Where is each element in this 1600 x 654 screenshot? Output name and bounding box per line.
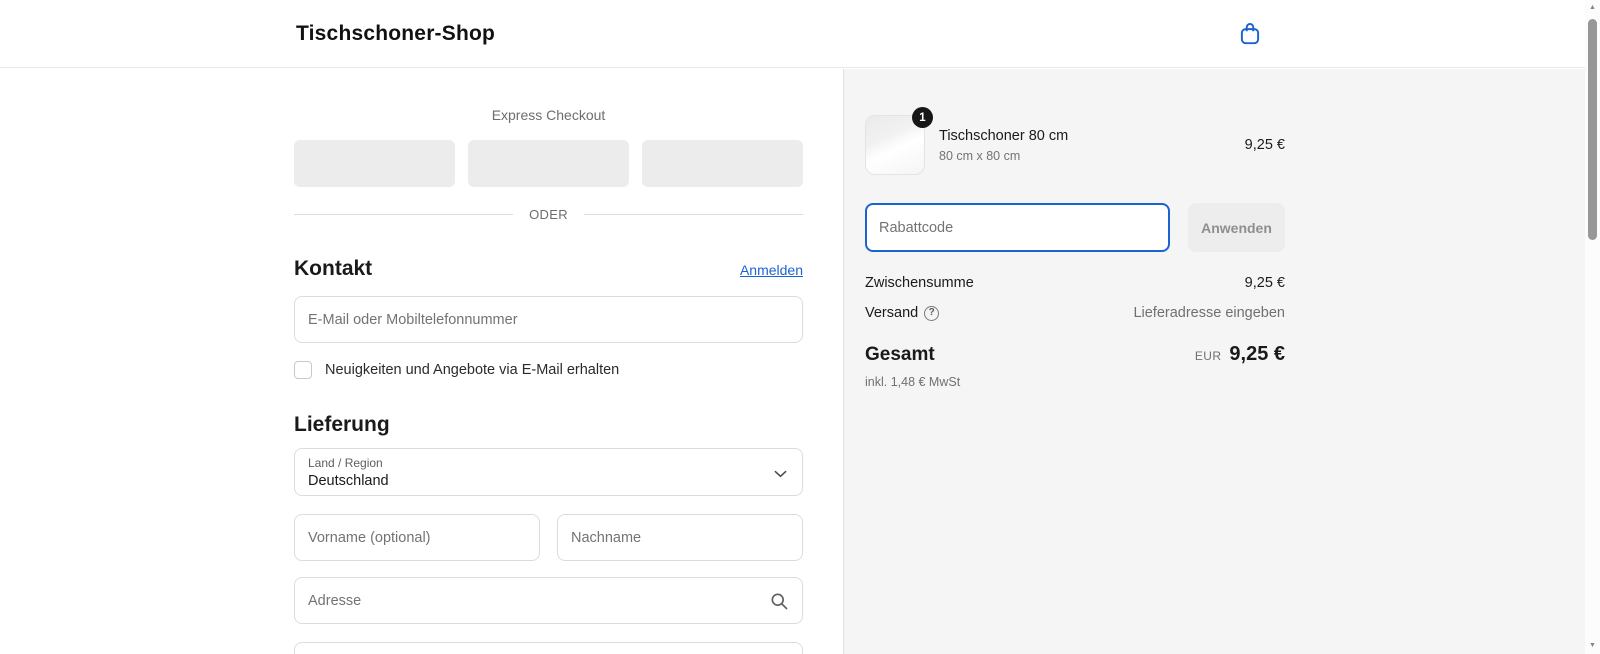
- address-field[interactable]: [294, 577, 803, 624]
- order-summary-panel: 1 Tischschoner 80 cm 80 cm x 80 cm 9,25 …: [843, 69, 1585, 654]
- shopping-bag-icon: [1237, 21, 1263, 47]
- newsletter-optin-row: Neuigkeiten und Angebote via E-Mail erha…: [294, 361, 803, 379]
- subtotal-value: 9,25 €: [1245, 275, 1285, 291]
- subtotal-row: Zwischensumme 9,25 €: [865, 275, 1285, 291]
- scrollbar: ▲ ▼: [1585, 0, 1600, 654]
- signin-link[interactable]: Anmelden: [740, 262, 803, 278]
- first-name-field[interactable]: [294, 514, 540, 561]
- currency-code: EUR: [1195, 349, 1222, 363]
- delivery-heading: Lieferung: [294, 413, 390, 437]
- last-name-field[interactable]: [557, 514, 803, 561]
- country-select-label: Land / Region: [308, 456, 789, 470]
- total-value: 9,25 €: [1229, 343, 1285, 366]
- total-label: Gesamt: [865, 344, 935, 366]
- scrollbar-up-arrow[interactable]: ▲: [1585, 1, 1600, 15]
- tax-note: inkl. 1,48 € MwSt: [865, 375, 1285, 389]
- chevron-down-icon: [774, 470, 787, 478]
- express-payment-button-1[interactable]: [294, 140, 455, 187]
- express-payment-buttons: [294, 140, 803, 187]
- email-field[interactable]: [294, 296, 803, 343]
- country-select[interactable]: Land / Region Deutschland: [294, 448, 803, 496]
- newsletter-checkbox[interactable]: [294, 361, 312, 379]
- product-title: Tischschoner 80 cm: [939, 128, 1231, 144]
- contact-heading: Kontakt: [294, 257, 372, 281]
- checkout-form-panel: Express Checkout ODER Kontakt Anmelden N…: [0, 69, 843, 654]
- product-thumbnail: 1: [865, 115, 925, 175]
- next-address-field[interactable]: [294, 642, 803, 654]
- shipping-label: Versand: [865, 305, 918, 321]
- search-icon: [769, 591, 789, 611]
- express-payment-button-2[interactable]: [468, 140, 629, 187]
- express-payment-button-3[interactable]: [642, 140, 803, 187]
- express-checkout-label: Express Checkout: [294, 107, 803, 125]
- cart-line-item: 1 Tischschoner 80 cm 80 cm x 80 cm 9,25 …: [865, 115, 1285, 175]
- product-variant: 80 cm x 80 cm: [939, 149, 1231, 163]
- discount-code-input[interactable]: [865, 203, 1170, 252]
- or-divider: ODER: [294, 205, 803, 223]
- cart-button[interactable]: [1237, 21, 1263, 47]
- country-select-value: Deutschland: [308, 472, 789, 490]
- shipping-value: Lieferadresse eingeben: [1133, 305, 1285, 321]
- newsletter-label: Neuigkeiten und Angebote via E-Mail erha…: [325, 362, 619, 378]
- total-row: Gesamt EUR 9,25 €: [865, 343, 1285, 366]
- quantity-badge: 1: [912, 107, 933, 128]
- product-price: 9,25 €: [1245, 137, 1285, 153]
- divider-line: [294, 214, 513, 215]
- apply-discount-button[interactable]: Anwenden: [1188, 203, 1285, 252]
- scrollbar-thumb[interactable]: [1588, 19, 1597, 240]
- header: Tischschoner-Shop: [0, 0, 1585, 68]
- subtotal-label: Zwischensumme: [865, 275, 974, 291]
- shop-title: Tischschoner-Shop: [296, 22, 495, 46]
- or-divider-label: ODER: [529, 207, 568, 222]
- shipping-row: Versand ? Lieferadresse eingeben: [865, 305, 1285, 321]
- scrollbar-down-arrow[interactable]: ▼: [1585, 639, 1600, 653]
- help-icon[interactable]: ?: [924, 306, 939, 321]
- divider-line: [584, 214, 803, 215]
